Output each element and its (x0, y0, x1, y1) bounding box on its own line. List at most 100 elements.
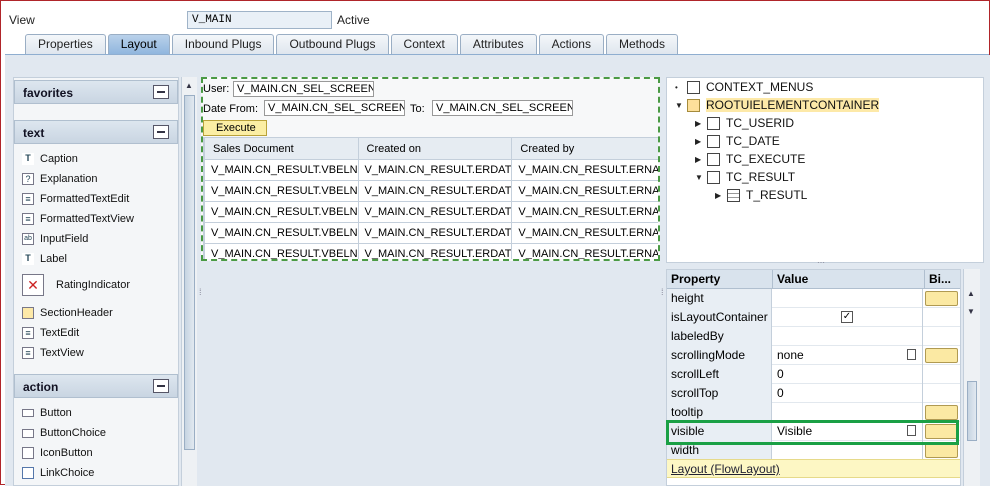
property-row-height[interactable]: height (667, 289, 960, 308)
tab-actions[interactable]: Actions (538, 34, 604, 54)
date-from-value: V_MAIN.CN_SEL_SCREEN (268, 102, 405, 114)
table-row[interactable]: V_MAIN.CN_RESULT.VBELN V_MAIN.CN_RESULT.E… (203, 222, 658, 244)
column-header[interactable]: Sales Document (204, 137, 359, 160)
palette-section-text[interactable]: text (14, 120, 178, 144)
property-value[interactable] (773, 289, 923, 308)
binding-column-header[interactable]: Bi... (925, 270, 960, 289)
collapse-icon[interactable] (153, 85, 169, 99)
property-value[interactable]: ✓ (773, 308, 923, 327)
palette-item-inputfield[interactable]: ab InputField (22, 230, 88, 248)
tab-attributes[interactable]: Attributes (459, 34, 537, 54)
table-cell: V_MAIN.CN_RESULT.VBELN (204, 243, 359, 259)
item-label: TextView (40, 347, 84, 359)
binding-button[interactable] (925, 443, 958, 458)
palette-item-iconbutton[interactable]: IconButton (22, 444, 93, 462)
expand-arrow-icon[interactable]: ▶ (715, 191, 727, 200)
palette-item-formattedtextview[interactable]: ≡ FormattedTextView (22, 210, 134, 228)
checkbox-checked-icon[interactable]: ✓ (841, 311, 853, 323)
tab-methods[interactable]: Methods (605, 34, 678, 54)
item-label: ButtonChoice (40, 427, 107, 439)
ui-element-palette: favorites text T Caption ? Explanation ≡ Fo… (13, 77, 179, 486)
table-row[interactable]: V_MAIN.CN_RESULT.VBELN V_MAIN.CN_RESULT.E… (203, 159, 658, 181)
tab-layout[interactable]: Layout (107, 34, 170, 54)
table-row[interactable]: V_MAIN.CN_RESULT.VBELN V_MAIN.CN_RESULT.E… (203, 243, 658, 259)
binding-button[interactable] (925, 405, 958, 420)
collapse-arrow-icon[interactable]: ▼ (695, 173, 707, 182)
property-scrollbar[interactable]: ▲ ▼ (963, 269, 980, 486)
property-value[interactable]: 0 (773, 384, 923, 403)
scroll-up-icon[interactable]: ▲ (185, 81, 193, 90)
expand-arrow-icon[interactable]: ▼ (675, 101, 687, 110)
expand-arrow-icon[interactable]: ▶ (695, 137, 707, 146)
date-from-input[interactable]: V_MAIN.CN_SEL_SCREEN (264, 100, 405, 116)
layout-canvas[interactable]: User: V_MAIN.CN_SEL_SCREEN Date From: V_… (201, 77, 660, 261)
splitter-grip-icon[interactable]: ⁞ (661, 287, 664, 297)
item-label: FormattedTextEdit (40, 193, 130, 205)
property-value[interactable] (773, 327, 923, 346)
tab-outbound-plugs[interactable]: Outbound Plugs (276, 34, 389, 54)
palette-item-button[interactable]: Button (22, 404, 72, 422)
container-icon (707, 170, 720, 184)
tree-node-label: T_RESUTL (746, 188, 808, 202)
tab-inbound-plugs[interactable]: Inbound Plugs (171, 34, 275, 54)
splitter-grip-icon[interactable]: ⋯ (817, 258, 825, 267)
table-row[interactable]: V_MAIN.CN_RESULT.VBELN V_MAIN.CN_RESULT.E… (203, 180, 658, 202)
item-label: RatingIndicator (56, 279, 130, 291)
tree-node-tc-result[interactable]: ▼ TC_RESULT (695, 168, 795, 186)
splitter-grip-icon[interactable]: ⁞ (199, 287, 202, 297)
tree-node-t-resutl[interactable]: ▶ T_RESUTL (715, 186, 807, 204)
scroll-up-icon[interactable]: ▲ (967, 289, 975, 298)
palette-item-textview[interactable]: ≡ TextView (22, 344, 84, 362)
date-to-input[interactable]: V_MAIN.CN_SEL_SCREEN (432, 100, 573, 116)
table-cell: V_MAIN.CN_RESULT.ERDAT (357, 180, 513, 202)
element-tree: • CONTEXT_MENUS ▼ ROOTUIELEMENTCONTAINER ▶… (666, 77, 984, 267)
palette-item-formattedtextedit[interactable]: ≡ FormattedTextEdit (22, 190, 129, 208)
tree-node-tc-userid[interactable]: ▶ TC_USERID (695, 114, 794, 132)
property-row-islayoutcontainer[interactable]: isLayoutContainer ✓ (667, 308, 960, 327)
column-header[interactable]: Created on (357, 137, 513, 160)
tab-context[interactable]: Context (390, 34, 458, 54)
expand-arrow-icon[interactable]: ▶ (695, 119, 707, 128)
property-row-scrolltop[interactable]: scrollTop 0 (667, 384, 960, 403)
collapse-icon[interactable] (153, 125, 169, 139)
table-row[interactable]: V_MAIN.CN_RESULT.VBELN V_MAIN.CN_RESULT.E… (203, 201, 658, 223)
palette-item-sectionheader[interactable]: SectionHeader (22, 304, 113, 322)
palette-item-caption[interactable]: T Caption (22, 150, 78, 168)
property-row-scrollleft[interactable]: scrollLeft 0 (667, 365, 960, 384)
palette-item-label[interactable]: T Label (22, 250, 67, 268)
property-row-labeledby[interactable]: labeledBy (667, 327, 960, 346)
property-value[interactable]: 0 (773, 365, 923, 384)
item-label: FormattedTextView (40, 213, 134, 225)
value-help-icon[interactable] (907, 349, 916, 360)
tree-node-tc-date[interactable]: ▶ TC_DATE (695, 132, 780, 150)
property-name: scrollTop (667, 384, 772, 403)
scrollbar-thumb[interactable] (967, 381, 977, 441)
scrollbar-thumb[interactable] (184, 95, 195, 450)
palette-section-favorites[interactable]: favorites (14, 80, 178, 104)
binding-button[interactable] (925, 291, 958, 306)
palette-item-buttonchoice[interactable]: ButtonChoice (22, 424, 106, 442)
expand-arrow-icon[interactable]: ▶ (695, 155, 707, 164)
value-column-header[interactable]: Value (773, 270, 925, 289)
binding-button[interactable] (925, 348, 958, 363)
property-value[interactable]: none (773, 346, 923, 365)
tree-node-tc-execute[interactable]: ▶ TC_EXECUTE (695, 150, 805, 168)
property-column-header[interactable]: Property (667, 270, 773, 289)
collapse-icon[interactable] (153, 379, 169, 393)
palette-section-action[interactable]: action (14, 374, 178, 398)
tab-properties[interactable]: Properties (25, 34, 106, 54)
column-header[interactable]: Created by (511, 137, 658, 160)
layout-group-link[interactable]: Layout (FlowLayout) (667, 459, 960, 478)
palette-item-explanation[interactable]: ? Explanation (22, 170, 98, 188)
tree-node-rootuielementcontainer[interactable]: ▼ ROOTUIELEMENTCONTAINER (675, 96, 880, 114)
palette-item-textedit[interactable]: ≡ TextEdit (22, 324, 79, 342)
user-input[interactable]: V_MAIN.CN_SEL_SCREEN (233, 81, 374, 97)
palette-item-ratingindicator[interactable]: ✕ RatingIndicator (22, 272, 130, 298)
scroll-down-icon[interactable]: ▼ (967, 307, 975, 316)
property-row-scrollingmode[interactable]: scrollingMode none (667, 346, 960, 365)
palette-item-linkchoice[interactable]: LinkChoice (22, 464, 94, 482)
palette-scrollbar[interactable]: ▲ (181, 77, 197, 486)
tree-node-context-menus[interactable]: • CONTEXT_MENUS (675, 78, 813, 96)
execute-button[interactable]: Execute (203, 120, 267, 136)
view-name-field[interactable]: V_MAIN (187, 11, 332, 29)
